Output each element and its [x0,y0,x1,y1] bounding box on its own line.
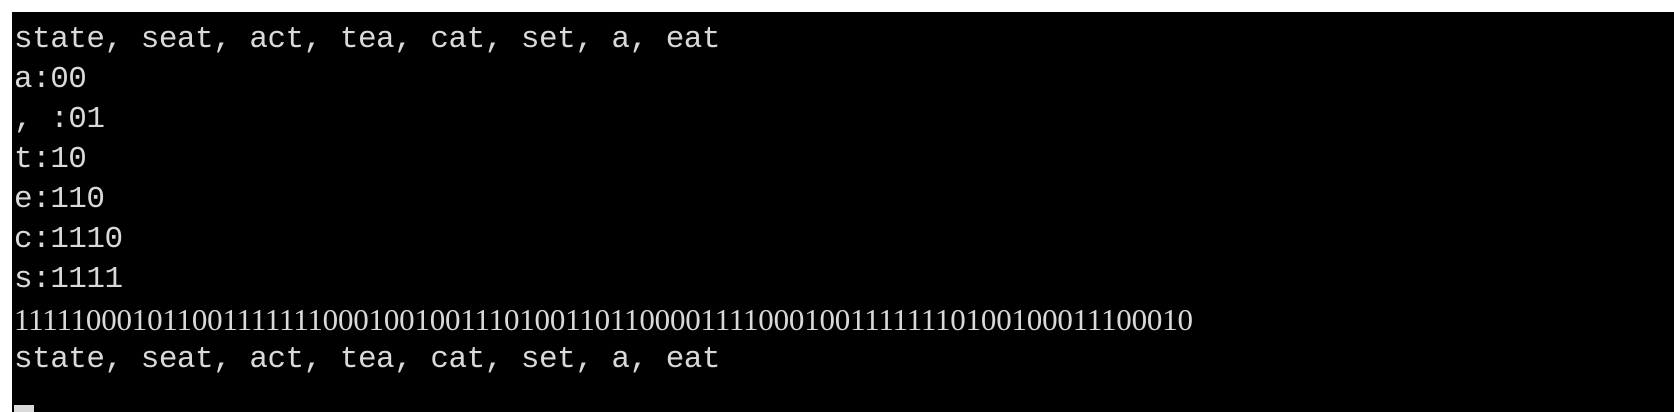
console-line-code-s: s:1111 [14,262,123,297]
console-line-code-a: a:00 [14,62,87,97]
console-line-encoded: 1111100010110011111110001001001110100110… [14,302,1193,337]
console-output: state, seat, act, tea, cat, set, a, eat … [14,20,1193,380]
console-line-code-t: t:10 [14,142,87,177]
console-window[interactable]: state, seat, act, tea, cat, set, a, eat … [12,12,1674,412]
text-cursor [14,405,34,412]
console-line-input: state, seat, act, tea, cat, set, a, eat [14,22,721,57]
console-line-code-c: c:1110 [14,222,123,257]
console-line-code-comma: , :01 [14,102,105,137]
console-line-code-e: e:110 [14,182,105,217]
console-line-decoded: state, seat, act, tea, cat, set, a, eat [14,342,721,377]
